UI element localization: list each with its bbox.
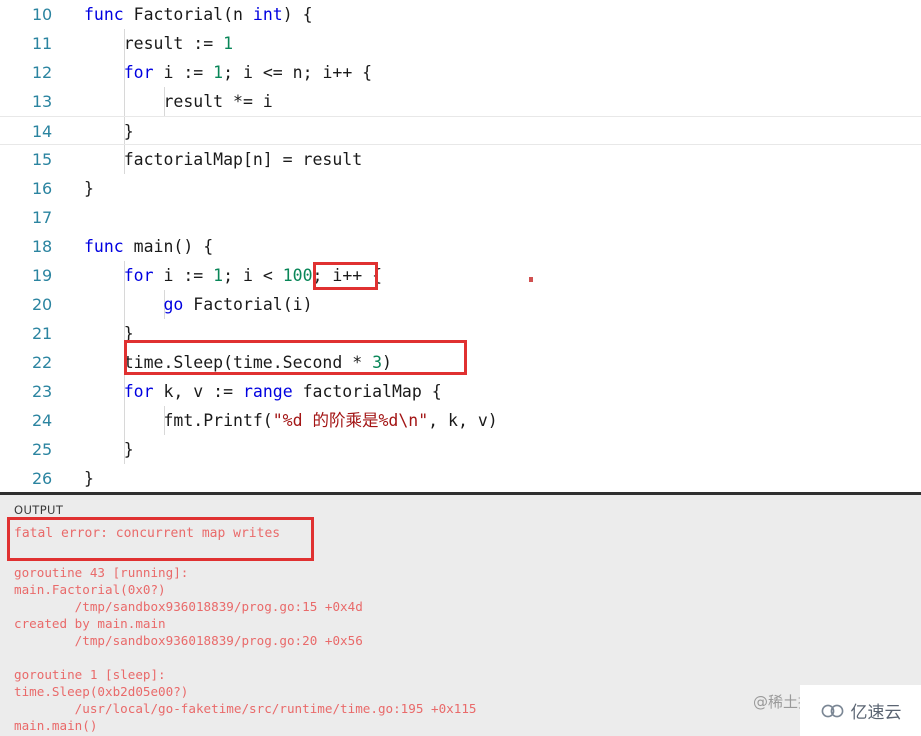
line-number: 18 [32,237,52,256]
code-line[interactable]: 11 result := 1 [0,29,921,58]
line-content: for i := 1; i < 100; i++ { [123,266,383,285]
line-content: for i := 1; i <= n; i++ { [123,63,373,82]
code-line[interactable]: 19 for i := 1; i < 100; i++ { [0,261,921,290]
line-number: 23 [32,382,52,401]
code-line[interactable]: 10 func Factorial(n int) { [0,0,921,29]
line-content: factorialMap[n] = result [84,150,363,169]
line-number: 21 [32,324,52,343]
line-content: fmt.Printf("%d 的阶乘是%d\n", k, v) [84,411,498,430]
line-content: func main() { [84,237,214,256]
trace-line: /tmp/sandbox936018839/prog.go:15 +0x4d [14,599,363,614]
code-line[interactable]: 26 } [0,464,921,492]
code-line[interactable]: 24 fmt.Printf("%d 的阶乘是%d\n", k, v) [0,406,921,435]
line-number: 13 [32,92,52,111]
line-number: 15 [32,150,52,169]
line-content: for k, v := range factorialMap { [123,382,442,401]
line-content: func Factorial(n int) { [84,5,313,24]
line-number: 11 [32,34,52,53]
line-number: 20 [32,295,52,314]
output-panel: OUTPUT fatal error: concurrent map write… [0,495,921,736]
line-content: } [84,440,134,459]
code-line[interactable]: 18 func main() { [0,232,921,261]
line-number: 25 [32,440,52,459]
line-number: 14 [32,122,52,141]
trace-line: goroutine 43 [running]: [14,565,189,580]
line-number: 24 [32,411,52,430]
line-number: 22 [32,353,52,372]
output-panel-label: OUTPUT [14,503,64,517]
line-number: 10 [32,5,52,24]
code-line[interactable]: 17 [0,203,921,232]
line-content: } [84,122,134,141]
line-content: result := 1 [84,34,234,53]
red-dot-artifact [529,277,533,282]
code-line[interactable]: 20 go Factorial(i) [0,290,921,319]
code-line-active[interactable]: 14 } [0,116,921,145]
code-editor[interactable]: 10 func Factorial(n int) { 11 result := … [0,0,921,492]
line-content: } [84,324,134,343]
yisuyun-watermark: 亿速云 [800,685,921,736]
code-line[interactable]: 25 } [0,435,921,464]
go-playground-screenshot: 10 func Factorial(n int) { 11 result := … [0,0,921,736]
line-content: } [84,179,94,198]
code-line[interactable]: 22 time.Sleep(time.Second * 3) [0,348,921,377]
line-number: 16 [32,179,52,198]
line-content: } [84,469,94,488]
trace-line: /tmp/sandbox936018839/prog.go:20 +0x56 [14,633,363,648]
line-number: 26 [32,469,52,488]
line-number: 17 [32,208,52,227]
yisuyun-label: 亿速云 [850,703,902,723]
trace-line: main.Factorial(0x0?) [14,582,166,597]
code-line[interactable]: 12 for i := 1; i <= n; i++ { [0,58,921,87]
code-line[interactable]: 21 } [0,319,921,348]
line-content: go Factorial(i) [163,295,313,314]
cloud-icon [821,704,843,717]
trace-line: main.main() [14,718,98,733]
code-line[interactable]: 15 factorialMap[n] = result [0,145,921,174]
code-line[interactable]: 16 } [0,174,921,203]
trace-line: created by main.main [14,616,166,631]
code-line[interactable]: 23 for k, v := range factorialMap { [0,377,921,406]
trace-line-blank [0,649,921,666]
line-number: 12 [32,63,52,82]
fatal-error-message: fatal error: concurrent map writes [14,526,281,541]
trace-line: goroutine 1 [sleep]: [14,667,166,682]
code-line[interactable]: 13 result *= i [0,87,921,116]
line-number: 19 [32,266,52,285]
line-content: result *= i [84,92,273,111]
line-content: time.Sleep(time.Second * 3) [84,353,392,372]
